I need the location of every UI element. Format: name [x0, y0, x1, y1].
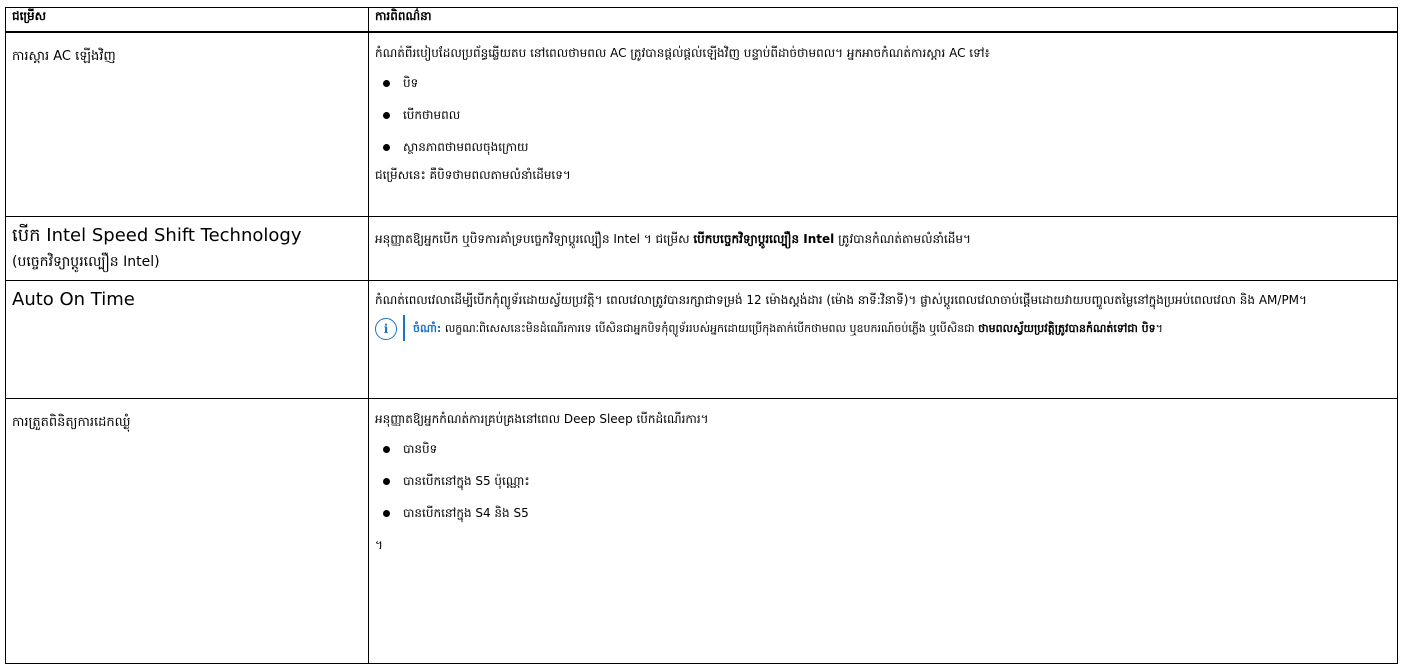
list-item: បិទ [375, 67, 1391, 99]
bios-options-table: ជម្រើស ការពិពណ៌នា ការស្ដារ AC ឡើងវិញ កំណ… [5, 7, 1398, 664]
note-divider [403, 315, 405, 341]
option-label: ការស្ដារ AC ឡើងវិញ [12, 48, 116, 64]
table-header-row: ជម្រើស ការពិពណ៌នា [5, 7, 1398, 32]
description-bold: បើកបច្ចេកវិទ្យាប្ដូរល្បឿន Intel [693, 232, 835, 246]
header-description: ការពិពណ៌នា [368, 7, 1398, 32]
note-text: ចំណាំ: លក្ខណៈពិសេសនេះមិនដំណើរការទេ បើសិន… [413, 315, 1163, 343]
option-footer: ជម្រើសនេះ គឺបិទថាមពលតាមលំនាំដើមទេ។ [375, 167, 571, 182]
option-label-cell: ការស្ដារ AC ឡើងវិញ [5, 31, 369, 217]
note-body: លក្ខណៈពិសេសនេះមិនដំណើរការទេ បើសិនជាអ្នកប… [444, 322, 975, 335]
note-label: ចំណាំ: [413, 322, 442, 335]
description-text: អនុញ្ញាតឱ្យអ្នកបើក ឬបិទការគាំទ្របច្ចេកវិ… [375, 232, 690, 246]
option-description-cell: អនុញ្ញាតឱ្យអ្នកកំណត់ការគ្រប់គ្រងនៅពេល De… [368, 398, 1398, 664]
description-text-end: ត្រូវបានកំណត់តាមលំនាំដើម។ [838, 232, 971, 246]
option-list: បានបិទ បានបើកនៅក្នុង S5 ប៉ុណ្ណោះ បានបើកន… [375, 433, 1391, 529]
option-description-cell: អនុញ្ញាតឱ្យអ្នកបើក ឬបិទការគាំទ្របច្ចេកវិ… [368, 216, 1398, 281]
list-item: បានបើកនៅក្នុង S4 និង S5 [375, 497, 1391, 529]
list-item: បើកថាមពល [375, 99, 1391, 131]
note-bold: ថាមពលស្វ័យប្រវត្តិត្រូវបានកំណត់ទៅជា បិទ [978, 322, 1156, 335]
option-description: កំណត់ពេលវេលាដើម្បីបើកកុំព្យូទ័រដោយស្វ័យប… [375, 293, 1307, 307]
option-label-cell: ការត្រួតពិនិត្យការដេកឈ្ងុំ [5, 398, 369, 664]
list-item: បានបិទ [375, 433, 1391, 465]
option-label: ការត្រួតពិនិត្យការដេកឈ្ងុំ [12, 415, 131, 430]
option-description-cell: កំណត់ពីរបៀបដែលប្រព័ន្ធឆ្លើយតប នៅពេលថាមពល… [368, 31, 1398, 217]
option-label-sub: (បច្ចេកវិទ្យាប្ដូរល្បឿន Intel) [12, 254, 160, 270]
option-label: Auto On Time [12, 289, 135, 310]
list-item: បានបើកនៅក្នុង S5 ប៉ុណ្ណោះ [375, 465, 1391, 497]
option-description-cell: កំណត់ពេលវេលាដើម្បីបើកកុំព្យូទ័រដោយស្វ័យប… [368, 280, 1398, 399]
note-end: ។ [1155, 322, 1163, 335]
info-icon: i [375, 318, 397, 340]
option-label-cell: បើក Intel Speed Shift Technology (បច្ចេក… [5, 216, 369, 281]
table-row: បើក Intel Speed Shift Technology (បច្ចេក… [5, 216, 1398, 281]
option-label: បើក Intel Speed Shift Technology [12, 225, 302, 246]
option-description: អនុញ្ញាតឱ្យអ្នកបើក ឬបិទការគាំទ្របច្ចេកវិ… [375, 229, 1391, 249]
note-box: i ចំណាំ: លក្ខណៈពិសេសនេះមិនដំណើរការទេ បើស… [375, 315, 1391, 343]
option-label-cell: Auto On Time [5, 280, 369, 399]
table-row: ការស្ដារ AC ឡើងវិញ កំណត់ពីរបៀបដែលប្រព័ន្… [5, 31, 1398, 217]
option-description: អនុញ្ញាតឱ្យអ្នកកំណត់ការគ្រប់គ្រងនៅពេល De… [375, 412, 709, 426]
table-row: Auto On Time កំណត់ពេលវេលាដើម្បីបើកកុំព្យ… [5, 280, 1398, 399]
header-option: ជម្រើស [5, 7, 369, 32]
list-item: ស្ថានភាពថាមពលចុងក្រោយ [375, 131, 1391, 163]
option-footer: ។ [375, 538, 383, 552]
option-description: កំណត់ពីរបៀបដែលប្រព័ន្ធឆ្លើយតប នៅពេលថាមពល… [375, 45, 990, 60]
option-list: បិទ បើកថាមពល ស្ថានភាពថាមពលចុងក្រោយ [375, 67, 1391, 163]
table-row: ការត្រួតពិនិត្យការដេកឈ្ងុំ អនុញ្ញាតឱ្យអ្… [5, 398, 1398, 664]
